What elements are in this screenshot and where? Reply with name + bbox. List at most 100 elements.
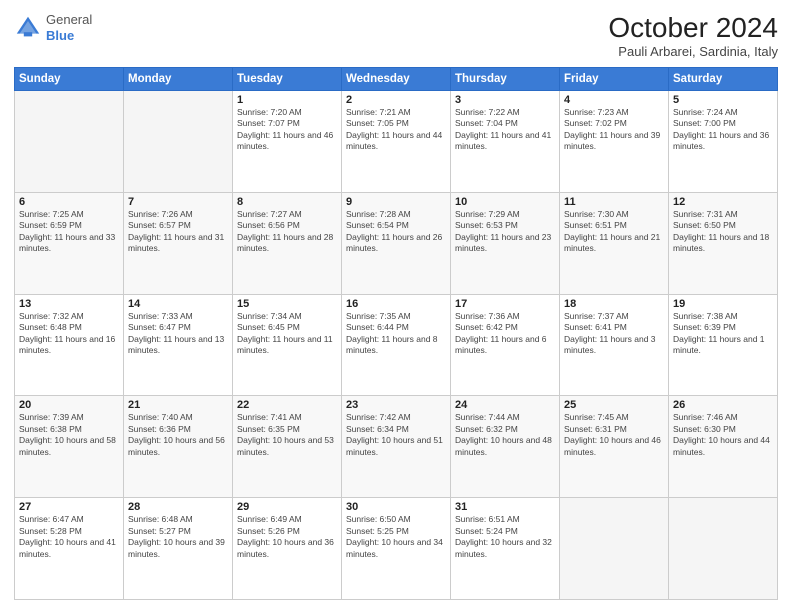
logo-blue: Blue — [46, 28, 92, 44]
week-row-3: 20Sunrise: 7:39 AM Sunset: 6:38 PM Dayli… — [15, 396, 778, 498]
calendar-table: SundayMondayTuesdayWednesdayThursdayFrid… — [14, 67, 778, 600]
header-row: SundayMondayTuesdayWednesdayThursdayFrid… — [15, 68, 778, 91]
day-cell: 11Sunrise: 7:30 AM Sunset: 6:51 PM Dayli… — [560, 192, 669, 294]
day-info: Sunrise: 7:21 AM Sunset: 7:05 PM Dayligh… — [346, 107, 446, 153]
day-number: 27 — [19, 501, 119, 513]
day-info: Sunrise: 7:44 AM Sunset: 6:32 PM Dayligh… — [455, 412, 555, 458]
day-info: Sunrise: 7:29 AM Sunset: 6:53 PM Dayligh… — [455, 209, 555, 255]
day-cell — [669, 498, 778, 600]
day-info: Sunrise: 7:36 AM Sunset: 6:42 PM Dayligh… — [455, 311, 555, 357]
calendar-header: SundayMondayTuesdayWednesdayThursdayFrid… — [15, 68, 778, 91]
day-info: Sunrise: 7:38 AM Sunset: 6:39 PM Dayligh… — [673, 311, 773, 357]
day-info: Sunrise: 6:48 AM Sunset: 5:27 PM Dayligh… — [128, 514, 228, 560]
day-cell: 19Sunrise: 7:38 AM Sunset: 6:39 PM Dayli… — [669, 294, 778, 396]
month-title: October 2024 — [608, 12, 778, 44]
col-header-monday: Monday — [124, 68, 233, 91]
day-info: Sunrise: 7:46 AM Sunset: 6:30 PM Dayligh… — [673, 412, 773, 458]
day-info: Sunrise: 7:45 AM Sunset: 6:31 PM Dayligh… — [564, 412, 664, 458]
day-number: 24 — [455, 399, 555, 411]
logo-text: General Blue — [46, 12, 92, 43]
day-number: 12 — [673, 196, 773, 208]
day-cell: 15Sunrise: 7:34 AM Sunset: 6:45 PM Dayli… — [233, 294, 342, 396]
day-number: 6 — [19, 196, 119, 208]
day-info: Sunrise: 7:23 AM Sunset: 7:02 PM Dayligh… — [564, 107, 664, 153]
day-cell: 2Sunrise: 7:21 AM Sunset: 7:05 PM Daylig… — [342, 91, 451, 193]
day-cell: 22Sunrise: 7:41 AM Sunset: 6:35 PM Dayli… — [233, 396, 342, 498]
day-number: 23 — [346, 399, 446, 411]
day-number: 9 — [346, 196, 446, 208]
logo: General Blue — [14, 12, 92, 43]
day-cell: 20Sunrise: 7:39 AM Sunset: 6:38 PM Dayli… — [15, 396, 124, 498]
location: Pauli Arbarei, Sardinia, Italy — [608, 44, 778, 59]
day-number: 30 — [346, 501, 446, 513]
day-number: 11 — [564, 196, 664, 208]
day-cell: 27Sunrise: 6:47 AM Sunset: 5:28 PM Dayli… — [15, 498, 124, 600]
day-cell: 18Sunrise: 7:37 AM Sunset: 6:41 PM Dayli… — [560, 294, 669, 396]
day-number: 15 — [237, 298, 337, 310]
title-block: October 2024 Pauli Arbarei, Sardinia, It… — [608, 12, 778, 59]
day-cell: 31Sunrise: 6:51 AM Sunset: 5:24 PM Dayli… — [451, 498, 560, 600]
week-row-2: 13Sunrise: 7:32 AM Sunset: 6:48 PM Dayli… — [15, 294, 778, 396]
day-cell: 4Sunrise: 7:23 AM Sunset: 7:02 PM Daylig… — [560, 91, 669, 193]
week-row-0: 1Sunrise: 7:20 AM Sunset: 7:07 PM Daylig… — [15, 91, 778, 193]
day-number: 28 — [128, 501, 228, 513]
day-info: Sunrise: 6:50 AM Sunset: 5:25 PM Dayligh… — [346, 514, 446, 560]
day-info: Sunrise: 7:24 AM Sunset: 7:00 PM Dayligh… — [673, 107, 773, 153]
calendar-body: 1Sunrise: 7:20 AM Sunset: 7:07 PM Daylig… — [15, 91, 778, 600]
day-number: 26 — [673, 399, 773, 411]
day-info: Sunrise: 6:47 AM Sunset: 5:28 PM Dayligh… — [19, 514, 119, 560]
day-info: Sunrise: 7:20 AM Sunset: 7:07 PM Dayligh… — [237, 107, 337, 153]
week-row-1: 6Sunrise: 7:25 AM Sunset: 6:59 PM Daylig… — [15, 192, 778, 294]
day-cell: 1Sunrise: 7:20 AM Sunset: 7:07 PM Daylig… — [233, 91, 342, 193]
day-cell: 13Sunrise: 7:32 AM Sunset: 6:48 PM Dayli… — [15, 294, 124, 396]
header: General Blue October 2024 Pauli Arbarei,… — [14, 12, 778, 59]
day-info: Sunrise: 6:51 AM Sunset: 5:24 PM Dayligh… — [455, 514, 555, 560]
day-info: Sunrise: 6:49 AM Sunset: 5:26 PM Dayligh… — [237, 514, 337, 560]
col-header-thursday: Thursday — [451, 68, 560, 91]
day-number: 3 — [455, 94, 555, 106]
day-number: 25 — [564, 399, 664, 411]
day-info: Sunrise: 7:27 AM Sunset: 6:56 PM Dayligh… — [237, 209, 337, 255]
day-number: 2 — [346, 94, 446, 106]
day-number: 10 — [455, 196, 555, 208]
day-info: Sunrise: 7:26 AM Sunset: 6:57 PM Dayligh… — [128, 209, 228, 255]
day-info: Sunrise: 7:31 AM Sunset: 6:50 PM Dayligh… — [673, 209, 773, 255]
week-row-4: 27Sunrise: 6:47 AM Sunset: 5:28 PM Dayli… — [15, 498, 778, 600]
day-info: Sunrise: 7:41 AM Sunset: 6:35 PM Dayligh… — [237, 412, 337, 458]
page: General Blue October 2024 Pauli Arbarei,… — [0, 0, 792, 612]
day-info: Sunrise: 7:25 AM Sunset: 6:59 PM Dayligh… — [19, 209, 119, 255]
logo-icon — [14, 14, 42, 42]
day-number: 13 — [19, 298, 119, 310]
day-info: Sunrise: 7:35 AM Sunset: 6:44 PM Dayligh… — [346, 311, 446, 357]
col-header-wednesday: Wednesday — [342, 68, 451, 91]
day-info: Sunrise: 7:22 AM Sunset: 7:04 PM Dayligh… — [455, 107, 555, 153]
day-info: Sunrise: 7:30 AM Sunset: 6:51 PM Dayligh… — [564, 209, 664, 255]
day-cell: 26Sunrise: 7:46 AM Sunset: 6:30 PM Dayli… — [669, 396, 778, 498]
day-cell: 28Sunrise: 6:48 AM Sunset: 5:27 PM Dayli… — [124, 498, 233, 600]
day-cell: 6Sunrise: 7:25 AM Sunset: 6:59 PM Daylig… — [15, 192, 124, 294]
day-cell: 23Sunrise: 7:42 AM Sunset: 6:34 PM Dayli… — [342, 396, 451, 498]
day-number: 8 — [237, 196, 337, 208]
day-number: 4 — [564, 94, 664, 106]
day-cell: 30Sunrise: 6:50 AM Sunset: 5:25 PM Dayli… — [342, 498, 451, 600]
day-cell — [124, 91, 233, 193]
day-number: 19 — [673, 298, 773, 310]
day-info: Sunrise: 7:28 AM Sunset: 6:54 PM Dayligh… — [346, 209, 446, 255]
day-cell: 3Sunrise: 7:22 AM Sunset: 7:04 PM Daylig… — [451, 91, 560, 193]
col-header-sunday: Sunday — [15, 68, 124, 91]
day-cell — [560, 498, 669, 600]
day-number: 17 — [455, 298, 555, 310]
day-cell: 7Sunrise: 7:26 AM Sunset: 6:57 PM Daylig… — [124, 192, 233, 294]
day-number: 1 — [237, 94, 337, 106]
day-cell: 29Sunrise: 6:49 AM Sunset: 5:26 PM Dayli… — [233, 498, 342, 600]
day-number: 20 — [19, 399, 119, 411]
day-number: 7 — [128, 196, 228, 208]
day-info: Sunrise: 7:33 AM Sunset: 6:47 PM Dayligh… — [128, 311, 228, 357]
day-cell — [15, 91, 124, 193]
day-cell: 21Sunrise: 7:40 AM Sunset: 6:36 PM Dayli… — [124, 396, 233, 498]
day-cell: 8Sunrise: 7:27 AM Sunset: 6:56 PM Daylig… — [233, 192, 342, 294]
day-info: Sunrise: 7:42 AM Sunset: 6:34 PM Dayligh… — [346, 412, 446, 458]
col-header-tuesday: Tuesday — [233, 68, 342, 91]
day-cell: 16Sunrise: 7:35 AM Sunset: 6:44 PM Dayli… — [342, 294, 451, 396]
day-number: 22 — [237, 399, 337, 411]
